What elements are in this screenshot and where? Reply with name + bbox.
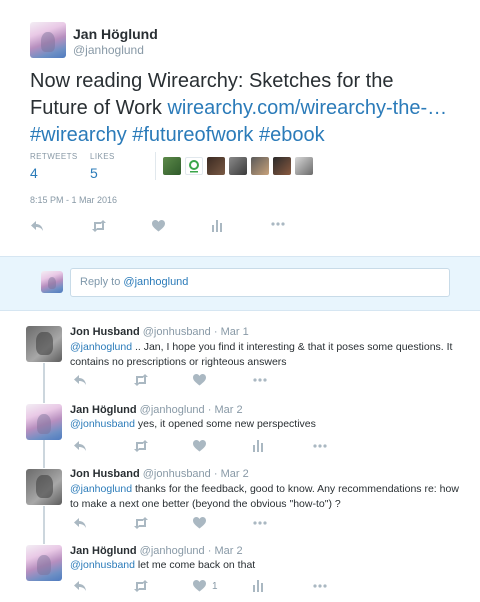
reply-body: yes, it opened some new perspectives xyxy=(134,418,316,430)
tweet-hashtags[interactable]: #wirearchy #futureofwork #ebook xyxy=(30,124,325,146)
reply-body: let me come back on that xyxy=(134,559,256,571)
reply-text: @jonhusband yes, it opened some new pers… xyxy=(70,417,462,432)
reply-date[interactable]: · Mar 2 xyxy=(208,404,243,416)
retweet-icon[interactable] xyxy=(133,580,149,592)
heart-icon[interactable] xyxy=(193,440,206,452)
thread-connector xyxy=(43,440,45,468)
reply-author-name[interactable]: Jan Höglund xyxy=(70,404,137,416)
like-action[interactable]: 1 xyxy=(193,580,218,592)
more-icon[interactable] xyxy=(271,222,285,226)
reply-icon[interactable] xyxy=(73,440,87,452)
reply-text: @jonhusband let me come back on that xyxy=(70,558,462,573)
retweets-stat[interactable]: RETWEETS 4 xyxy=(30,152,78,181)
reply-author-handle[interactable]: @jonhusband xyxy=(143,326,211,338)
retweet-icon[interactable] xyxy=(133,440,149,452)
author-avatar[interactable] xyxy=(30,22,66,58)
reply-header: Jan Höglund @janhoglund · Mar 2 xyxy=(70,545,243,557)
likes-label: LIKES xyxy=(90,152,115,161)
reply-header: Jon Husband @jonhusband · Mar 1 xyxy=(70,326,249,338)
analytics-icon[interactable] xyxy=(253,440,263,452)
heart-icon xyxy=(193,580,206,592)
reply-input[interactable]: Reply to @janhoglund xyxy=(70,268,450,297)
more-icon[interactable] xyxy=(253,521,267,525)
reply-author-name[interactable]: Jon Husband xyxy=(70,326,140,338)
liker-avatar[interactable] xyxy=(229,157,247,175)
liker-avatar[interactable] xyxy=(273,157,291,175)
reply-author-name[interactable]: Jon Husband xyxy=(70,468,140,480)
reply-author-handle[interactable]: @janhoglund xyxy=(140,545,205,557)
liker-avatar[interactable] xyxy=(251,157,269,175)
tweet-link[interactable]: wirearchy.com/wirearchy-the-… xyxy=(167,97,447,119)
more-icon[interactable] xyxy=(253,378,267,382)
reply-mention[interactable]: @jonhusband xyxy=(70,559,135,571)
stats-divider xyxy=(155,152,156,180)
more-icon[interactable] xyxy=(313,584,327,588)
thread-connector xyxy=(43,506,45,544)
heart-icon[interactable] xyxy=(193,517,206,529)
reply-mention[interactable]: @jonhusband xyxy=(70,418,135,430)
liker-avatar[interactable] xyxy=(295,157,313,175)
reply-mention[interactable]: @janhoglund xyxy=(70,483,132,495)
reply-author-handle[interactable]: @janhoglund xyxy=(140,404,205,416)
thread-connector xyxy=(43,363,45,403)
liker-avatar[interactable] xyxy=(163,157,181,175)
reply-header: Jan Höglund @janhoglund · Mar 2 xyxy=(70,404,243,416)
reply-avatar[interactable] xyxy=(26,469,62,505)
reply-icon[interactable] xyxy=(30,220,44,232)
retweet-icon[interactable] xyxy=(91,220,107,232)
reply-avatar[interactable] xyxy=(26,326,62,362)
reply-text: @janhoglund thanks for the feedback, goo… xyxy=(70,482,462,512)
liker-avatar[interactable] xyxy=(185,157,203,175)
reply-icon[interactable] xyxy=(73,580,87,592)
liker-avatar[interactable] xyxy=(207,157,225,175)
reply-date[interactable]: · Mar 2 xyxy=(214,468,249,480)
reply-avatar[interactable] xyxy=(26,545,62,581)
heart-icon[interactable] xyxy=(193,374,206,386)
current-user-avatar xyxy=(41,271,63,293)
reply-text: @janhoglund .. Jan, I hope you find it i… xyxy=(70,340,462,370)
tweet-text: Now reading Wirearchy: Sketches for the … xyxy=(30,68,450,149)
reply-placeholder-prefix: Reply to xyxy=(80,276,124,288)
likes-count[interactable]: 5 xyxy=(90,165,115,181)
reply-date[interactable]: · Mar 2 xyxy=(208,545,243,557)
reply-placeholder-mention: @janhoglund xyxy=(123,276,189,288)
reply-mention[interactable]: @janhoglund xyxy=(70,341,132,353)
reply-header: Jon Husband @jonhusband · Mar 2 xyxy=(70,468,249,480)
reply-icon[interactable] xyxy=(73,374,87,386)
tweet-timestamp[interactable]: 8:15 PM - 1 Mar 2016 xyxy=(30,195,117,205)
reply-author-handle[interactable]: @jonhusband xyxy=(143,468,211,480)
reply-date[interactable]: · Mar 1 xyxy=(214,326,249,338)
reply-author-name[interactable]: Jan Höglund xyxy=(70,545,137,557)
like-count: 1 xyxy=(212,580,218,592)
retweet-icon[interactable] xyxy=(133,517,149,529)
analytics-icon[interactable] xyxy=(253,580,263,592)
likes-stat[interactable]: LIKES 5 xyxy=(90,152,115,181)
reply-avatar[interactable] xyxy=(26,404,62,440)
retweets-count[interactable]: 4 xyxy=(30,165,78,181)
author-handle[interactable]: @janhoglund xyxy=(73,43,144,57)
analytics-icon[interactable] xyxy=(212,220,222,232)
retweets-label: RETWEETS xyxy=(30,152,78,161)
more-icon[interactable] xyxy=(313,444,327,448)
heart-icon[interactable] xyxy=(152,220,165,232)
author-name[interactable]: Jan Höglund xyxy=(73,26,158,42)
retweet-icon[interactable] xyxy=(133,374,149,386)
reply-icon[interactable] xyxy=(73,517,87,529)
